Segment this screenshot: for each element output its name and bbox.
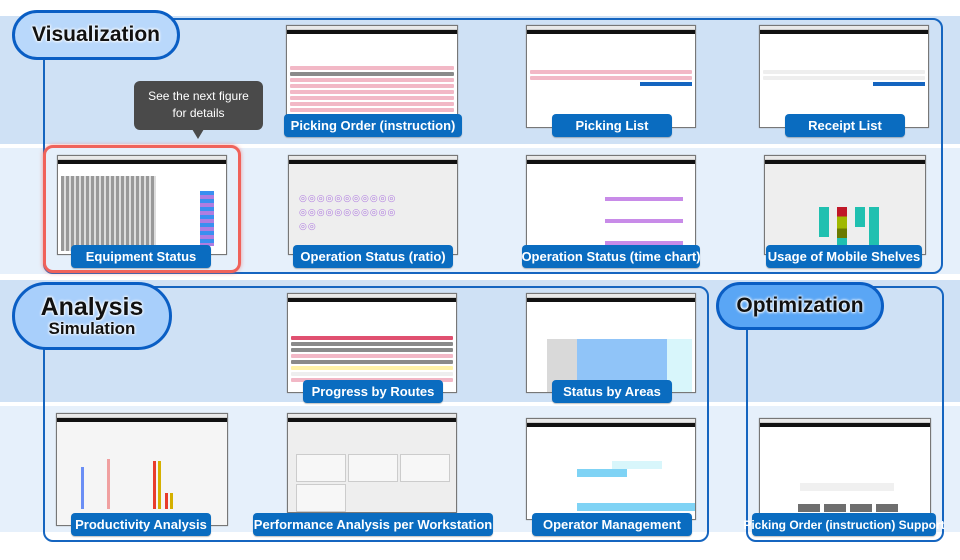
operator-management-label[interactable]: Operator Management [532, 513, 692, 536]
picking-list-label[interactable]: Picking List [552, 114, 672, 137]
mobile-shelves-screenshot[interactable] [764, 155, 926, 255]
analysis-title: Analysis [40, 293, 144, 321]
visualization-pill: Visualization [12, 10, 180, 60]
receipt-list-screenshot[interactable] [759, 25, 929, 128]
status-areas-screenshot[interactable] [526, 293, 696, 393]
picking-order-screenshot[interactable] [286, 25, 458, 125]
productivity-screenshot[interactable] [56, 413, 228, 526]
operation-ratio-label[interactable]: Operation Status (ratio) [293, 245, 453, 268]
equipment-status-screenshot[interactable] [57, 155, 227, 255]
picking-order-label[interactable]: Picking Order (instruction) [284, 114, 462, 137]
details-tooltip: See the next figure for details [134, 81, 263, 139]
optimization-pill: Optimization [716, 282, 884, 330]
picking-support-screenshot[interactable] [759, 418, 931, 520]
status-areas-label[interactable]: Status by Areas [552, 380, 672, 403]
receipt-list-label[interactable]: Receipt List [785, 114, 905, 137]
operator-management-screenshot[interactable] [526, 418, 696, 520]
operation-timechart-label[interactable]: Operation Status (time chart) [521, 245, 701, 268]
productivity-label[interactable]: Productivity Analysis [71, 513, 211, 536]
tooltip-line-2: for details [172, 106, 225, 120]
visualization-title: Visualization [32, 23, 160, 46]
operation-timechart-screenshot[interactable] [526, 155, 696, 255]
analysis-subtitle: Simulation [48, 319, 136, 338]
progress-routes-label[interactable]: Progress by Routes [303, 380, 443, 403]
performance-workstation-screenshot[interactable] [287, 413, 457, 513]
progress-routes-screenshot[interactable] [287, 293, 457, 393]
analysis-pill: Analysis Simulation [12, 282, 172, 350]
picking-support-label[interactable]: Picking Order (instruction) Support [743, 513, 945, 536]
equipment-status-label[interactable]: Equipment Status [71, 245, 211, 268]
performance-workstation-label[interactable]: Performance Analysis per Workstation [253, 513, 493, 536]
optimization-title: Optimization [736, 294, 864, 317]
picking-list-screenshot[interactable] [526, 25, 696, 128]
mobile-shelves-label[interactable]: Usage of Mobile Shelves [766, 245, 922, 268]
tooltip-line-1: See the next figure [148, 89, 249, 103]
operation-ratio-screenshot[interactable]: ◎◎◎◎◎◎◎◎◎◎◎ ◎◎◎◎◎◎◎◎◎◎◎ ◎◎ [288, 155, 458, 255]
